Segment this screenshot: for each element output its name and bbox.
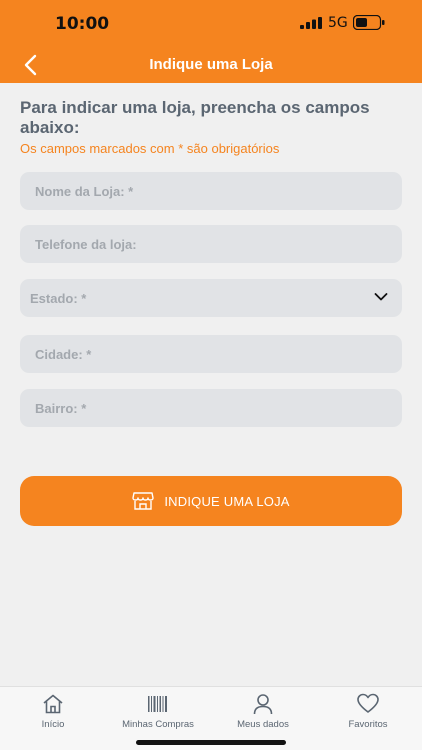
store-phone-placeholder: Telefone da loja:: [35, 236, 137, 252]
tab-home-label: Início: [41, 719, 65, 730]
app-header: 10:00 5G Indique uma Loja: [0, 0, 422, 83]
city-input[interactable]: Cidade: *: [20, 335, 402, 373]
submit-store-button[interactable]: INDIQUE UMA LOJA: [20, 476, 402, 526]
city-placeholder: Cidade: *: [35, 346, 92, 362]
battery-icon: [353, 15, 385, 30]
storefront-icon: [132, 492, 155, 510]
state-placeholder: Estado: *: [30, 290, 87, 306]
submit-label: INDIQUE UMA LOJA: [164, 493, 290, 509]
barcode-icon: [148, 696, 167, 712]
state-select[interactable]: Estado: *: [20, 279, 402, 317]
store-phone-input[interactable]: Telefone da loja:: [20, 225, 402, 263]
form-heading: Para indicar uma loja, preencha os campo…: [20, 98, 370, 137]
tab-home[interactable]: Início: [3, 693, 103, 735]
signal-icon: [300, 17, 322, 29]
tab-favorites-label: Favoritos: [348, 719, 388, 730]
required-note: Os campos marcados com * são obrigatório…: [20, 141, 280, 156]
status-time: 10:00: [55, 14, 110, 34]
neighborhood-placeholder: Bairro: *: [35, 400, 87, 416]
status-bar: 10:00 5G: [0, 0, 422, 44]
heart-icon: [357, 693, 379, 713]
home-icon: [43, 694, 63, 714]
tab-favorites[interactable]: Favoritos: [318, 693, 418, 735]
chevron-down-icon: [374, 293, 388, 301]
page-title: Indique uma Loja: [149, 56, 273, 73]
tab-purchases-label: Minhas Compras: [122, 719, 194, 730]
user-icon: [253, 694, 273, 715]
home-indicator: [136, 740, 286, 745]
network-type: 5G: [328, 15, 348, 31]
neighborhood-input[interactable]: Bairro: *: [20, 389, 402, 427]
store-name-placeholder: Nome da Loja: *: [35, 183, 134, 199]
store-name-input[interactable]: Nome da Loja: *: [20, 172, 402, 210]
tab-my-data-label: Meus dados: [237, 719, 289, 730]
tab-purchases[interactable]: Minhas Compras: [108, 693, 208, 735]
tab-my-data[interactable]: Meus dados: [213, 693, 313, 735]
